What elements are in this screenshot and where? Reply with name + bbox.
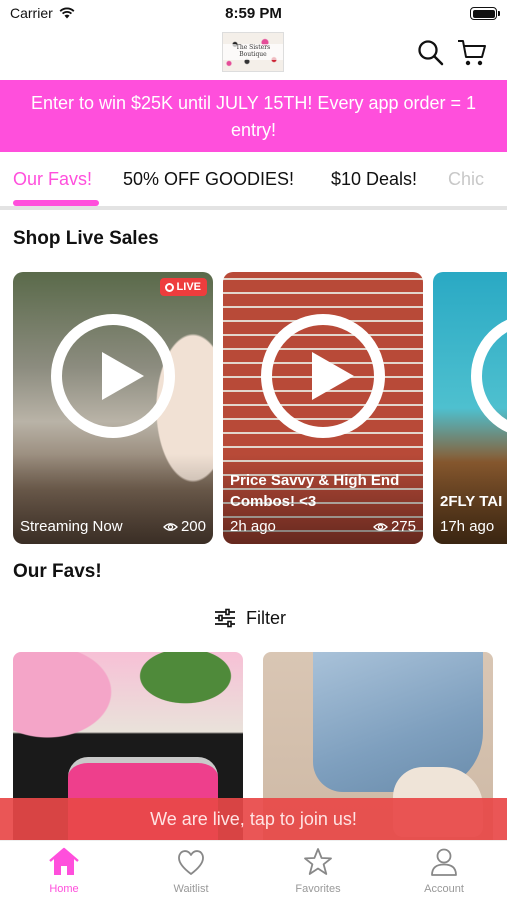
home-icon [49,847,79,875]
play-icon[interactable] [51,314,175,438]
app-header: The Sisters Boutique [0,28,507,80]
nav-waitlist-label: Waitlist [173,883,209,895]
live-section-title: Shop Live Sales [13,228,159,249]
logo-text: The Sisters Boutique [223,44,283,60]
filter-button[interactable]: Filter [214,604,286,632]
nav-account-label: Account [424,883,464,895]
live-badge: LIVE [159,278,207,296]
cart-button[interactable] [457,38,487,68]
sliders-icon [215,608,235,628]
live-dot-icon [164,282,174,292]
live-now-text: We are live, tap to join us! [150,809,357,829]
tab-our-favs[interactable]: Our Favs! [13,169,92,190]
filter-label: Filter [246,607,286,628]
cart-icon [458,40,486,66]
promo-banner[interactable]: Enter to win $25K until JULY 15TH! Every… [0,80,507,152]
nav-home[interactable]: Home [14,847,114,900]
promo-text: Enter to win $25K until JULY 15TH! Every… [30,93,477,140]
play-icon[interactable] [471,314,507,438]
status-bar: Carrier 8:59 PM [0,0,507,28]
battery-icon [470,7,500,20]
nav-account[interactable]: Account [394,847,494,900]
tab-50-off-goodies[interactable]: 50% OFF GOODIES! [123,169,294,190]
live-now-bar[interactable]: We are live, tap to join us! [0,798,507,840]
live-card[interactable]: 2FLY TAI 17h ago [433,272,507,544]
search-button[interactable] [416,38,446,68]
category-tabs: Our Favs! 50% OFF GOODIES! $10 Deals! Ch… [0,152,507,210]
favs-section-title: Our Favs! [13,561,102,582]
card-time: 2h ago [230,518,276,535]
heart-icon [178,850,204,875]
live-card[interactable]: Price Savvy & High End Combos! <3 2h ago… [223,272,423,544]
live-badge-label: LIVE [176,281,201,293]
card-views: 200 [163,518,206,535]
store-logo[interactable]: The Sisters Boutique [222,32,284,72]
status-time: 8:59 PM [225,5,282,22]
account-icon [431,848,457,876]
tab-chic[interactable]: Chic [448,169,484,190]
bottom-nav: Home Waitlist Favorites Account [0,840,507,900]
card-views: 275 [373,518,416,535]
nav-favorites[interactable]: Favorites [268,847,368,900]
eye-icon [373,522,388,531]
live-card[interactable]: LIVE Streaming Now 200 [13,272,213,544]
search-icon [418,40,444,66]
card-time: 17h ago [440,518,495,535]
card-title: Price Savvy & High End Combos! <3 [230,472,400,510]
nav-waitlist[interactable]: Waitlist [141,847,241,900]
nav-favorites-label: Favorites [295,883,341,895]
card-time: Streaming Now [20,518,123,535]
tab-10-deals[interactable]: $10 Deals! [331,169,417,190]
view-count: 200 [180,518,206,535]
view-count: 275 [390,518,416,535]
nav-home-label: Home [49,883,79,895]
active-tab-indicator [13,200,99,206]
play-icon[interactable] [261,314,385,438]
eye-icon [163,522,178,531]
card-title: 2FLY TAI [440,493,503,510]
star-icon [304,848,332,875]
